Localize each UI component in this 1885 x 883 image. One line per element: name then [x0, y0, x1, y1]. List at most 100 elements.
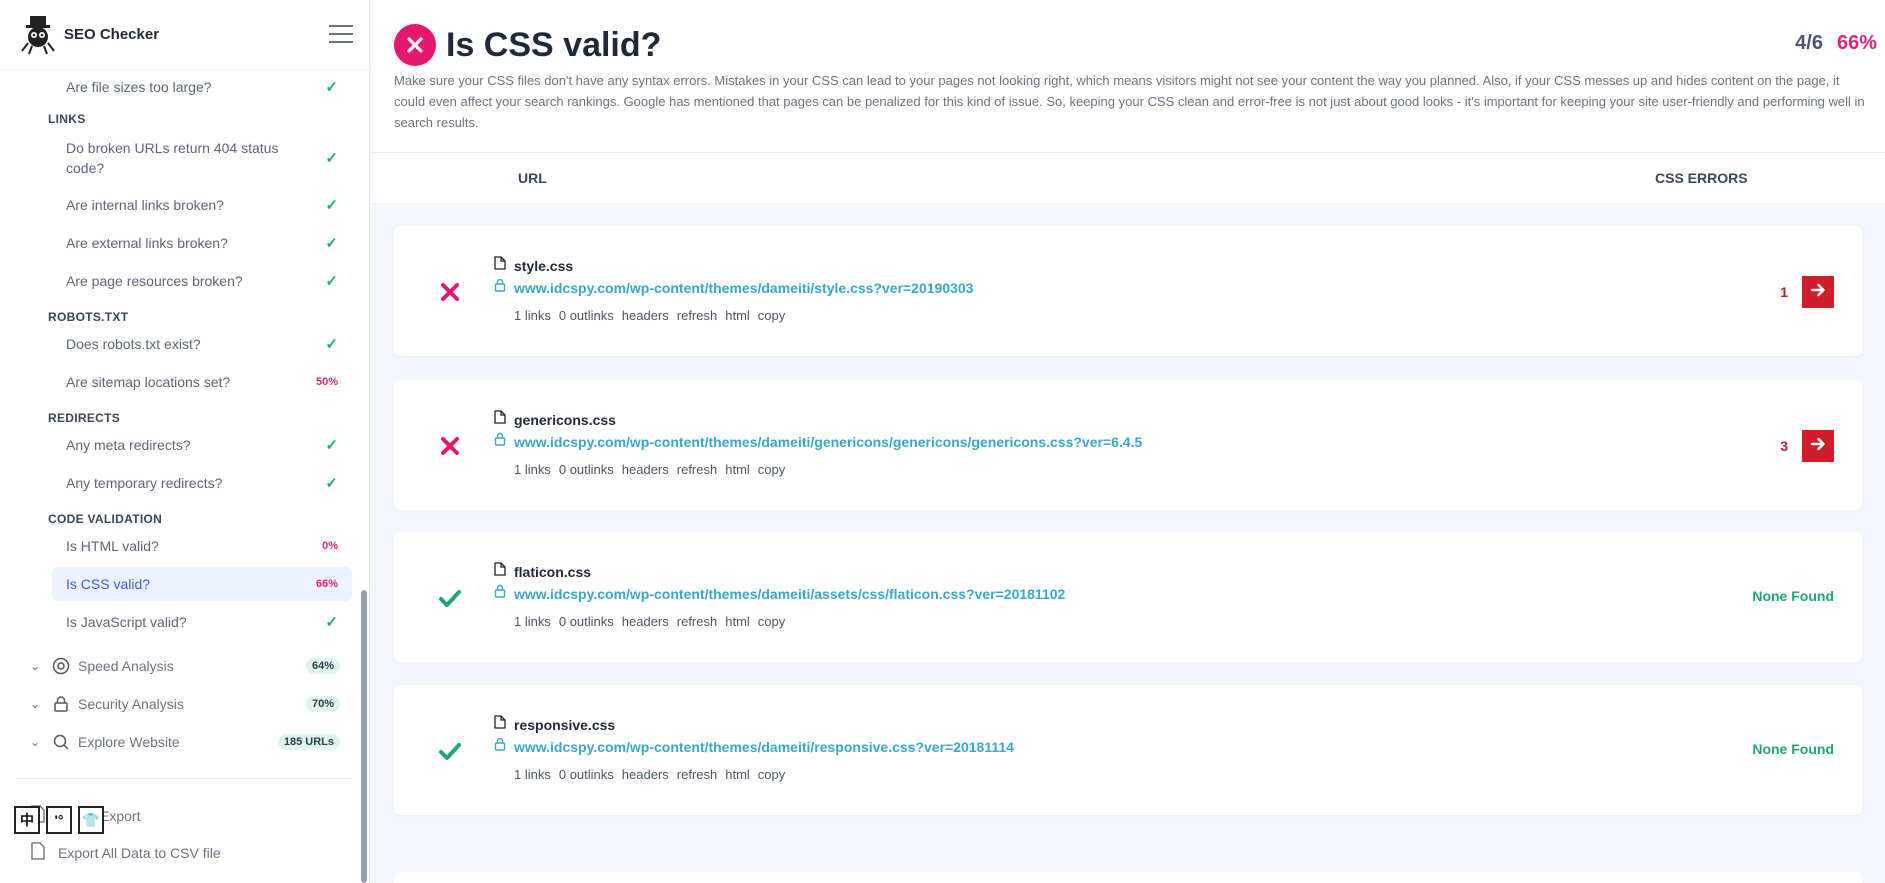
- lock-icon: [50, 693, 72, 715]
- page-description: Make sure your CSS files don't have any …: [394, 73, 1865, 130]
- menu-toggle-icon[interactable]: [329, 25, 353, 43]
- page-header: Is CSS valid? 4/6 66% Make sure your CSS …: [372, 0, 1885, 152]
- lock-icon: [494, 278, 506, 297]
- headers-action[interactable]: headers: [622, 614, 669, 629]
- resource-url-link[interactable]: www.idcspy.com/wp-content/themes/dameiti…: [514, 280, 973, 296]
- check-icon: ✓: [325, 614, 338, 631]
- copy-action[interactable]: copy: [758, 462, 785, 477]
- row-actions: 1 links 0 outlinks headers refresh html …: [514, 614, 785, 629]
- brand: SEO Checker: [0, 0, 369, 70]
- ime-punctuation-button[interactable]: '°: [46, 806, 72, 834]
- file-export-icon: [30, 842, 50, 863]
- html-action[interactable]: html: [725, 308, 750, 323]
- links-action[interactable]: 1 links: [514, 767, 551, 782]
- links-action[interactable]: 1 links: [514, 614, 551, 629]
- view-errors-button[interactable]: [1802, 276, 1834, 308]
- view-errors-button[interactable]: [1802, 430, 1834, 462]
- section-links: LINKS: [48, 112, 86, 126]
- refresh-action[interactable]: refresh: [677, 462, 717, 477]
- sidebar-item-file-sizes[interactable]: Are file sizes too large? ✓: [52, 72, 352, 102]
- arrow-right-icon: [1810, 436, 1826, 457]
- ime-toolbar: 中 '° 👕: [14, 806, 104, 834]
- outlinks-action[interactable]: 0 outlinks: [559, 614, 614, 629]
- group-badge: 185 URLs: [277, 734, 340, 750]
- check-icon: ✓: [325, 336, 338, 353]
- resource-url-link[interactable]: www.idcspy.com/wp-content/themes/dameiti…: [514, 586, 1065, 602]
- sidebar-item-page-resources[interactable]: Are page resources broken? ✓: [52, 266, 352, 296]
- check-icon: ✓: [325, 79, 338, 96]
- search-icon: [50, 731, 72, 753]
- score-percent: 66%: [1836, 32, 1877, 54]
- section-code-validation: CODE VALIDATION: [48, 512, 163, 526]
- links-action[interactable]: 1 links: [514, 308, 551, 323]
- check-icon: ✓: [325, 273, 338, 290]
- column-header-css-errors[interactable]: CSS ERRORS: [1655, 170, 1748, 186]
- lock-icon: [494, 432, 506, 451]
- copy-action[interactable]: copy: [758, 308, 785, 323]
- export-csv-link[interactable]: Export All Data to CSV file: [30, 842, 221, 863]
- sidebar-item-robots-exist[interactable]: Does robots.txt exist? ✓: [52, 329, 352, 359]
- column-header-url[interactable]: URL: [518, 170, 547, 186]
- ime-skin-button[interactable]: 👕: [78, 806, 104, 834]
- refresh-action[interactable]: refresh: [677, 614, 717, 629]
- percent-badge: 66%: [315, 578, 338, 590]
- refresh-action[interactable]: refresh: [677, 308, 717, 323]
- check-icon: ✓: [325, 150, 338, 167]
- html-action[interactable]: html: [725, 462, 750, 477]
- headers-action[interactable]: headers: [622, 462, 669, 477]
- group-speed-analysis[interactable]: ⌄ Speed Analysis 64%: [30, 655, 340, 677]
- table-row: flaticon.css www.idcspy.com/wp-content/t…: [394, 532, 1862, 662]
- refresh-action[interactable]: refresh: [677, 767, 717, 782]
- group-security-analysis[interactable]: ⌄ Security Analysis 70%: [30, 693, 340, 715]
- sidebar-item-javascript-valid[interactable]: Is JavaScript valid? ✓: [52, 607, 352, 637]
- resource-url-link[interactable]: www.idcspy.com/wp-content/themes/dameiti…: [514, 434, 1142, 450]
- outlinks-action[interactable]: 0 outlinks: [559, 462, 614, 477]
- score: 4/6 66%: [1795, 32, 1877, 55]
- arrow-right-icon: [1810, 282, 1826, 303]
- group-explore-website[interactable]: ⌄ Explore Website 185 URLs: [30, 731, 340, 753]
- copy-action[interactable]: copy: [758, 767, 785, 782]
- sidebar-divider: [16, 778, 352, 779]
- table-row: responsive.css www.idcspy.com/wp-content…: [394, 685, 1862, 815]
- sidebar-item-temporary-redirects[interactable]: Any temporary redirects? ✓: [52, 468, 352, 498]
- fail-x-icon: [394, 24, 436, 66]
- file-name: genericons.css: [514, 411, 616, 428]
- copy-action[interactable]: copy: [758, 614, 785, 629]
- sidebar-item-internal-links[interactable]: Are internal links broken? ✓: [52, 190, 352, 220]
- brand-title: SEO Checker: [64, 26, 160, 43]
- resource-url-link[interactable]: www.idcspy.com/wp-content/themes/dameiti…: [514, 739, 1014, 755]
- row-actions: 1 links 0 outlinks headers refresh html …: [514, 308, 785, 323]
- percent-badge: 50%: [315, 376, 338, 388]
- html-action[interactable]: html: [725, 767, 750, 782]
- section-redirects: REDIRECTS: [48, 411, 121, 425]
- percent-badge: 0%: [322, 540, 338, 552]
- sidebar-item-html-valid[interactable]: Is HTML valid? 0%: [52, 531, 352, 561]
- ime-chinese-button[interactable]: 中: [14, 806, 40, 834]
- chevron-down-icon: ⌄: [30, 659, 41, 673]
- speed-icon: [50, 655, 72, 677]
- html-action[interactable]: html: [725, 614, 750, 629]
- table-row-partial: [394, 872, 1862, 883]
- sidebar-item-external-links[interactable]: Are external links broken? ✓: [52, 228, 352, 258]
- file-name: responsive.css: [514, 716, 616, 733]
- sidebar-item-broken-urls-404[interactable]: Do broken URLs return 404 status code? ✓: [52, 136, 352, 180]
- links-action[interactable]: 1 links: [514, 462, 551, 477]
- headers-action[interactable]: headers: [622, 767, 669, 782]
- outlinks-action[interactable]: 0 outlinks: [559, 308, 614, 323]
- sidebar-item-css-valid[interactable]: Is CSS valid? 66%: [52, 567, 352, 601]
- lock-icon: [494, 584, 506, 603]
- score-fraction: 4/6: [1795, 32, 1823, 54]
- outlinks-action[interactable]: 0 outlinks: [559, 767, 614, 782]
- file-name: style.css: [514, 257, 574, 274]
- check-icon: ✓: [325, 197, 338, 214]
- file-name: flaticon.css: [514, 563, 592, 580]
- sidebar-item-meta-redirects[interactable]: Any meta redirects? ✓: [52, 430, 352, 460]
- sidebar-scrollbar[interactable]: [361, 590, 367, 883]
- row-actions: 1 links 0 outlinks headers refresh html …: [514, 462, 785, 477]
- row-actions: 1 links 0 outlinks headers refresh html …: [514, 767, 785, 782]
- headers-action[interactable]: headers: [622, 308, 669, 323]
- file-icon: [494, 715, 506, 734]
- chevron-down-icon: ⌄: [30, 735, 41, 749]
- file-icon: [494, 256, 506, 275]
- sidebar-item-sitemap-locations[interactable]: Are sitemap locations set? 50%: [52, 367, 352, 397]
